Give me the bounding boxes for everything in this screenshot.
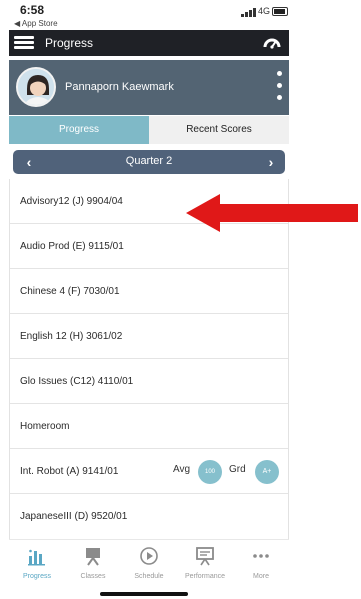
- bar-chart-icon: [28, 549, 45, 566]
- course-name: Glo Issues (C12) 4110/01: [20, 376, 134, 387]
- home-indicator: [100, 592, 188, 596]
- average-badge: 100: [198, 460, 222, 484]
- bottom-tab-schedule[interactable]: Schedule: [121, 540, 177, 586]
- bottom-tab-label: Progress: [22, 573, 51, 580]
- more-options-icon[interactable]: [277, 71, 283, 101]
- course-row[interactable]: Homeroom: [10, 404, 288, 449]
- quarter-label: Quarter 2: [125, 155, 173, 167]
- avatar[interactable]: [16, 67, 56, 107]
- red-arrow-annotation: [186, 194, 358, 232]
- network-type: 4G: [258, 6, 271, 16]
- grade-badge: A+: [255, 460, 279, 484]
- presentation-icon: [196, 547, 214, 566]
- grade-label: Grd: [229, 464, 246, 475]
- view-tabs: Progress Recent Scores: [9, 116, 289, 144]
- course-name: Chinese 4 (F) 7030/01: [20, 286, 120, 297]
- tab-recent-scores[interactable]: Recent Scores: [149, 116, 289, 144]
- bottom-tab-label: Classes: [80, 573, 106, 580]
- bottom-tab-label: More: [253, 573, 269, 580]
- course-name: JapaneseIII (D) 9520/01: [20, 511, 128, 522]
- bottom-tab-label: Schedule: [134, 573, 164, 580]
- course-list: Advisory12 (J) 9904/04 Audio Prod (E) 91…: [9, 179, 289, 539]
- bottom-tab-more[interactable]: More: [233, 540, 289, 586]
- bottom-tab-bar: Progress Classes Schedule Performance Mo…: [9, 539, 289, 585]
- status-time: 6:58: [20, 3, 45, 17]
- status-bar: 6:58 ◀ App Store 4G: [0, 0, 361, 30]
- easel-icon: [86, 548, 100, 566]
- dashboard-gauge-icon[interactable]: [263, 35, 281, 49]
- signal-icon: [241, 7, 257, 17]
- average-label: Avg: [173, 464, 191, 475]
- quarter-selector: ‹ Quarter 2 ›: [13, 150, 285, 174]
- course-name: Int. Robot (A) 9141/01: [20, 466, 119, 477]
- tab-progress[interactable]: Progress: [9, 116, 149, 144]
- bottom-tab-performance[interactable]: Performance: [177, 540, 233, 586]
- course-name: Advisory12 (J) 9904/04: [20, 196, 123, 207]
- back-to-app-store-link[interactable]: ◀ App Store: [14, 19, 58, 28]
- course-name: Homeroom: [20, 421, 70, 432]
- course-row[interactable]: Int. Robot (A) 9141/01 Avg 100 Grd A+: [10, 449, 288, 494]
- top-nav-bar: Progress: [9, 30, 289, 56]
- bottom-tab-classes[interactable]: Classes: [65, 540, 121, 586]
- course-name: Audio Prod (E) 9115/01: [20, 241, 124, 252]
- course-row[interactable]: Chinese 4 (F) 7030/01: [10, 269, 288, 314]
- course-row[interactable]: JapaneseIII (D) 9520/01: [10, 494, 288, 539]
- clock-icon: [140, 547, 158, 565]
- course-name: English 12 (H) 3061/02: [20, 331, 123, 342]
- course-row[interactable]: Glo Issues (C12) 4110/01: [10, 359, 288, 404]
- hamburger-menu-icon[interactable]: [14, 36, 34, 50]
- battery-icon: [272, 7, 288, 16]
- next-quarter-chevron-icon[interactable]: ›: [263, 152, 279, 172]
- student-profile-bar: Pannaporn Kaewmark: [9, 60, 289, 115]
- bottom-tab-progress[interactable]: Progress: [9, 540, 65, 586]
- page-title: Progress: [45, 36, 94, 50]
- student-name: Pannaporn Kaewmark: [65, 81, 174, 93]
- bottom-tab-label: Performance: [184, 573, 226, 580]
- course-row[interactable]: English 12 (H) 3061/02: [10, 314, 288, 359]
- more-dots-icon: [253, 554, 269, 558]
